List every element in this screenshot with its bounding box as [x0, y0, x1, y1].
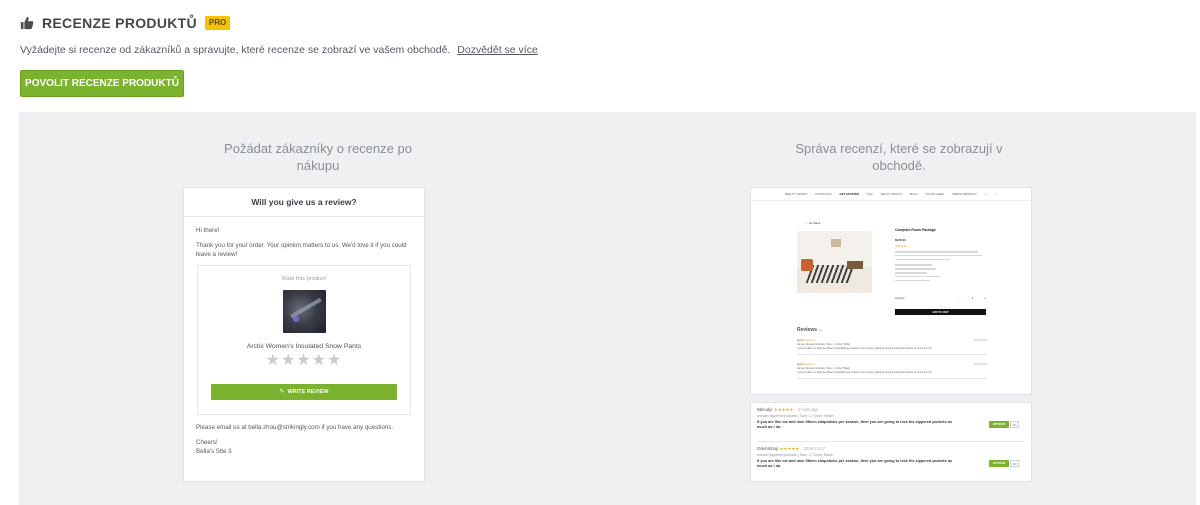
review-author: Bbeudyr [757, 407, 773, 412]
rate-label: Rate this product [282, 276, 326, 282]
add-to-cart-button: ADD TO CART [895, 309, 986, 315]
search-icon: ⌕ [995, 192, 998, 196]
review-stars: ★★★★★ [773, 407, 794, 412]
nav-item-active: GET STARTED [839, 192, 860, 196]
enable-reviews-button[interactable]: POVOLIT RECENZE PRODUKTŮ [20, 70, 184, 97]
approve-button[interactable]: APPROVE [989, 421, 1009, 428]
product-image [283, 290, 326, 333]
email-contact: Please email us at bella.zhou@strikingly… [196, 424, 394, 431]
nav-item: SOCIAL FEED [925, 192, 944, 196]
email-closing: Cheers! [196, 439, 218, 446]
learn-more-link[interactable]: Dozvědět se více [457, 44, 538, 56]
review-stars: ★★★★★ [779, 446, 800, 451]
write-review-button[interactable]: ✎ WRITE REVIEW [211, 384, 397, 400]
email-signature: Bella's Site 3 [196, 448, 232, 455]
page-description: Vyžádejte si recenze od zákazníků a spra… [20, 44, 538, 56]
divider [757, 441, 1025, 442]
nav-item: ABOUT DESIGN [880, 192, 902, 196]
page-header: RECENZE PRODUKTŮ PRO [20, 14, 231, 32]
more-options-button[interactable]: ••• [1010, 460, 1019, 467]
store-nav: BEAUTY WORKS PORTFOLIO GET STARTED FAQ A… [751, 188, 1031, 201]
shop-review: gplna ★★★★★ women zippered pockets | Siz… [797, 339, 987, 355]
email-body: Hi there! Thank you for your order. Your… [184, 217, 424, 456]
quantity-label: Quantity [895, 297, 905, 300]
page-title: RECENZE PRODUKTŮ [42, 15, 197, 31]
review-attributes: women zippered pockets | Size: L | Color… [757, 453, 833, 457]
shop-product-title: Complete Room Package [895, 228, 936, 232]
reviews-count: 11 [819, 328, 823, 332]
review-request-email-preview: Will you give us a review? Hi there! Tha… [183, 187, 425, 482]
email-heading: Will you give us a review? [184, 188, 424, 217]
reviews-heading: Reviews 11 [797, 327, 823, 333]
approve-button[interactable]: APPROVE [989, 460, 1009, 467]
pro-badge: PRO [204, 16, 231, 30]
description-text: Vyžádejte si recenze od zákazníků a spra… [20, 44, 451, 56]
store-product-page-preview: BEAUTY WORKS PORTFOLIO GET STARTED FAQ A… [750, 187, 1032, 395]
shop-product-stars: ★★★★☆ [895, 244, 909, 248]
shop-product-price: $245.00 [895, 238, 906, 242]
review-text: If you are like me and lose fifteen chap… [757, 420, 952, 430]
review-list-item: Bbeudyr ★★★★★ 3 mins ago women zippered … [757, 407, 1025, 431]
quantity-stepper: − 1 + [959, 296, 991, 300]
manage-reviews-title: Správa recenzí, které se zobrazují v obc… [795, 141, 1003, 173]
email-greeting: Hi there! [196, 227, 220, 234]
pencil-icon: ✎ [279, 388, 285, 395]
review-date: 3 mins ago [797, 407, 819, 412]
nav-item: BLOG [909, 192, 918, 196]
preview-panel: Požádat zákazníky o recenze po nákupu Sp… [19, 112, 1196, 505]
nav-item: FAQ [867, 192, 873, 196]
review-author: Dokinrdoop [757, 446, 779, 451]
rate-product-box: Rate this product Arctix Women's Insulat… [197, 265, 411, 415]
nav-item: PORTFOLIO [815, 192, 832, 196]
star-rating-input[interactable]: ★★★★★ [198, 353, 410, 369]
cart-icon: ▭ [984, 192, 988, 196]
write-review-label: WRITE REVIEW [287, 388, 329, 395]
request-reviews-title: Požádat zákazníky o recenze po nákupu [224, 141, 412, 173]
back-link: ← Go Back [805, 221, 821, 225]
room-product-image [797, 231, 872, 293]
review-management-list: Bbeudyr ★★★★★ 3 mins ago women zippered … [750, 402, 1032, 482]
review-list-item: Dokinrdoop ★★★★★ 2019-12-27 women zipper… [757, 446, 1025, 470]
email-message: Thank you for your order. Your opinion m… [196, 242, 407, 258]
product-name: Arctix Women's Insulated Snow Pants [246, 343, 362, 350]
review-date: 2019-12-27 [803, 446, 825, 451]
shop-review: gplna ★★★★★ women zippered pockets | Siz… [797, 363, 987, 379]
review-text: If you are like me and lose fifteen chap… [757, 459, 952, 469]
nav-item: BEAUTY WORKS [784, 192, 808, 196]
shop-description-lines [895, 251, 987, 284]
more-options-button[interactable]: ••• [1010, 421, 1019, 428]
review-attributes: women zippered pockets | Size: L | Color… [757, 414, 834, 418]
thumbs-up-icon [20, 16, 34, 30]
nav-item: SIMPLE PRODUCT [951, 192, 977, 196]
